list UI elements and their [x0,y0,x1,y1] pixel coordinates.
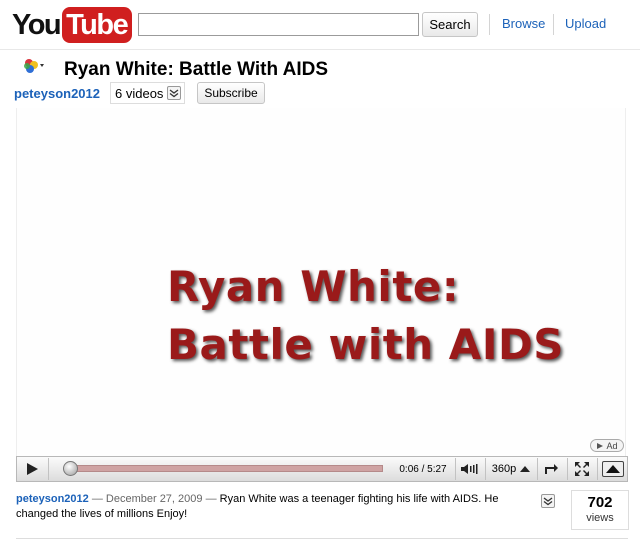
youtube-logo[interactable]: You Tube [12,7,133,43]
category-icon[interactable] [22,58,44,76]
video-title: Ryan White: Battle With AIDS [64,59,329,80]
channel-videos-dropdown[interactable]: 6 videos [110,82,186,104]
browse-link[interactable]: Browse [502,16,545,31]
bottom-divider [16,538,628,539]
nav-divider [553,14,554,35]
volume-icon [461,464,478,474]
subscribe-button[interactable]: Subscribe [197,82,265,104]
description-expand-button[interactable] [541,493,555,511]
description-date: December 27, 2009 [105,493,203,505]
popout-button[interactable] [538,457,566,481]
views-count: 702 [587,494,613,511]
control-divider [597,458,598,480]
fullscreen-icon [575,462,589,476]
nav-divider [489,14,490,35]
progress-bar[interactable] [65,465,383,472]
description-date-sep: — [202,493,220,505]
search-button[interactable]: Search [422,12,478,37]
description-date-sep: — [91,493,106,505]
volume-button[interactable] [456,457,484,481]
logo-you-text: You [12,9,62,41]
description-text: Ryan White was a teenager fighting his l… [16,493,499,520]
video-description: peteyson2012 — December 27, 2009 — Ryan … [16,492,536,522]
chevron-up-icon [520,466,531,472]
logo-tube-text: Tube [62,7,133,43]
player-controls: 0:06 / 5:27 360p [16,456,628,482]
quality-label: 360p [491,463,517,475]
time-display: 0:06 / 5:27 [392,457,454,481]
play-small-icon [597,442,604,449]
views-label: views [586,512,614,524]
upload-link[interactable]: Upload [565,16,606,31]
chevron-down-icon[interactable] [541,494,555,508]
play-icon [27,463,38,475]
time-text: 0:06 / 5:27 [399,463,447,475]
ad-label: Ad [606,440,618,451]
popout-icon [545,464,558,474]
video-frame-text: Ryan White: Battle with AIDS [167,258,564,374]
expand-player-button[interactable] [601,457,625,481]
arrow-up-icon [606,465,620,473]
scrubber-handle[interactable] [62,461,78,476]
control-divider [48,458,49,480]
play-button[interactable] [17,457,47,481]
search-input[interactable] [138,13,419,36]
video-frame-line1: Ryan White: [167,262,460,311]
video-player[interactable]: Ryan White: Battle with AIDS Ad [16,108,626,482]
channel-link[interactable]: peteyson2012 [14,86,100,101]
chevron-down-icon[interactable] [167,86,182,100]
ad-badge[interactable]: Ad [590,439,624,452]
quality-selector[interactable]: 360p [486,457,536,481]
view-count-box: 702 views [571,490,629,530]
video-count: 6 videos [115,85,164,101]
description-user-link[interactable]: peteyson2012 [16,493,89,505]
video-frame-line2: Battle with AIDS [167,320,565,369]
masthead: You Tube Search Browse Upload [0,0,640,50]
fullscreen-button[interactable] [568,457,596,481]
